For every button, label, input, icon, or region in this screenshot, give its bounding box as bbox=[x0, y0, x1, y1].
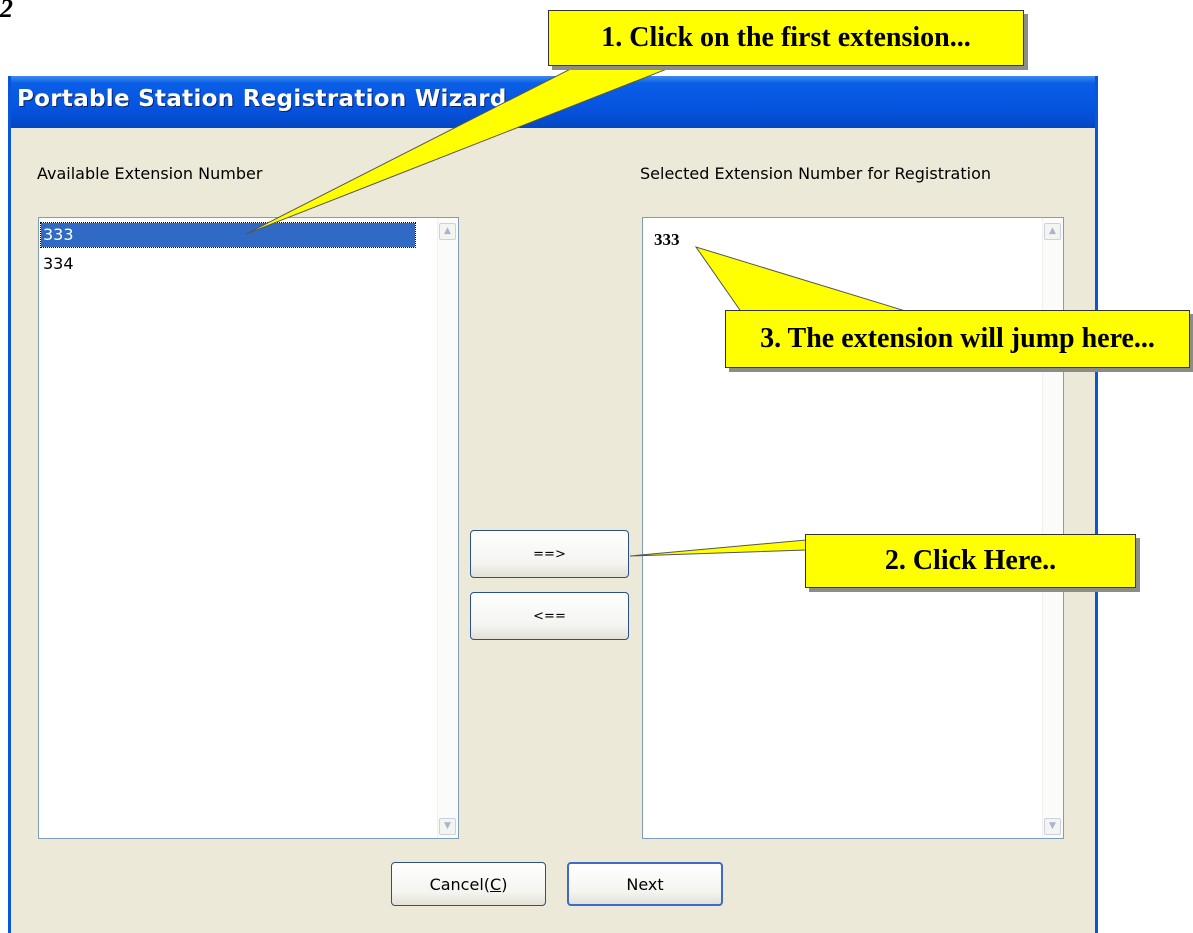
scroll-up-icon[interactable]: ▲ bbox=[439, 223, 456, 240]
scroll-up-icon[interactable]: ▲ bbox=[1044, 223, 1061, 240]
registered-extension-333: 333 bbox=[654, 230, 680, 249]
title-bar[interactable]: Portable Station Registration Wizard bbox=[11, 76, 1095, 128]
remove-extension-button[interactable]: <== bbox=[470, 592, 629, 640]
wizard-window: Portable Station Registration Wizard Ava… bbox=[8, 76, 1098, 933]
selected-extension-label: Selected Extension Number for Registrati… bbox=[640, 164, 992, 183]
step-number: 2 bbox=[0, 0, 13, 23]
list-item-333[interactable]: 333 bbox=[40, 222, 416, 248]
window-title: Portable Station Registration Wizard bbox=[17, 86, 507, 112]
cancel-button[interactable]: Cancel(C) bbox=[391, 862, 546, 906]
next-button[interactable]: Next bbox=[567, 862, 723, 906]
add-extension-button[interactable]: ==> bbox=[470, 530, 629, 578]
scroll-down-icon[interactable]: ▼ bbox=[439, 818, 456, 835]
available-extension-list[interactable]: 333 334 ▲ ▼ bbox=[38, 217, 459, 839]
cancel-button-label: Cancel(C) bbox=[429, 874, 508, 894]
scroll-down-icon[interactable]: ▼ bbox=[1044, 818, 1061, 835]
available-list-scrollbar[interactable]: ▲ ▼ bbox=[437, 218, 458, 838]
list-item-334[interactable]: 334 bbox=[41, 252, 415, 276]
callout-step3: 3. The extension will jump here... bbox=[725, 310, 1190, 368]
callout-step1: 1. Click on the first extension... bbox=[548, 10, 1024, 66]
available-extension-label: Available Extension Number bbox=[37, 164, 263, 183]
callout-step2: 2. Click Here.. bbox=[805, 534, 1136, 588]
